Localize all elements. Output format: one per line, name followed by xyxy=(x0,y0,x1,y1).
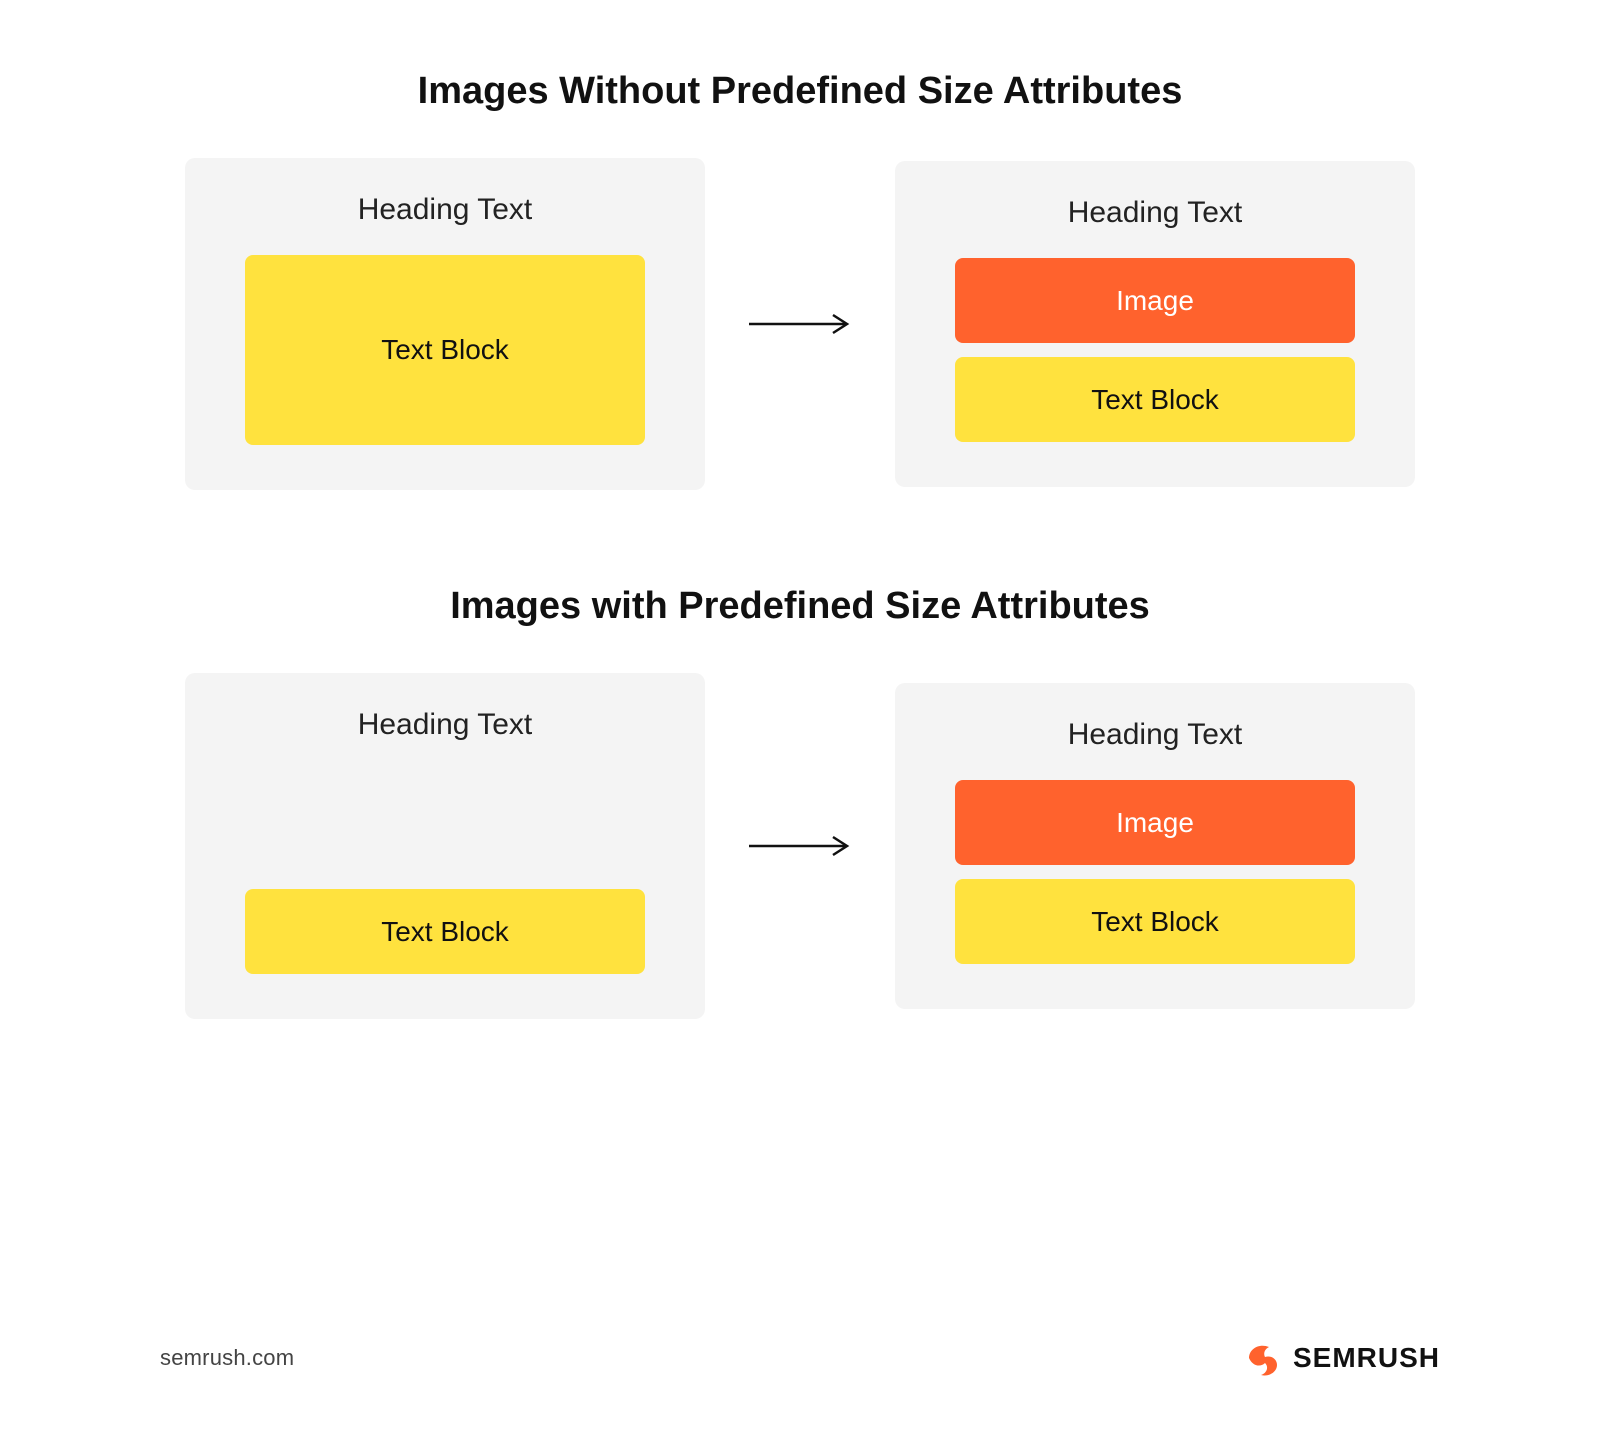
blocks-container: Text Block xyxy=(245,770,645,974)
text-block: Text Block xyxy=(955,879,1355,964)
section-without-predefined: Images Without Predefined Size Attribute… xyxy=(150,70,1450,490)
image-block: Image xyxy=(955,258,1355,343)
arrow-icon xyxy=(745,834,855,858)
section-with-predefined: Images with Predefined Size Attributes H… xyxy=(150,585,1450,1019)
card-heading-label: Heading Text xyxy=(358,708,533,742)
image-block: Image xyxy=(955,780,1355,865)
fire-icon xyxy=(1241,1337,1283,1379)
card-after: Heading Text Image Text Block xyxy=(895,683,1415,1009)
footer: semrush.com SEMRUSH xyxy=(150,1317,1450,1409)
card-heading-label: Heading Text xyxy=(1068,196,1243,230)
section-title: Images Without Predefined Size Attribute… xyxy=(418,70,1183,113)
diagram-row: Heading Text Text Block Heading Text Ima… xyxy=(150,158,1450,490)
blocks-container: Image Text Block xyxy=(955,780,1355,964)
card-before: Heading Text Text Block xyxy=(185,158,705,490)
image-placeholder-space xyxy=(245,770,645,875)
diagram-row: Heading Text Text Block Heading Text Ima… xyxy=(150,673,1450,1019)
text-block: Text Block xyxy=(245,255,645,445)
card-heading-label: Heading Text xyxy=(1068,718,1243,752)
brand-logo: SEMRUSH xyxy=(1241,1337,1440,1379)
footer-site-label: semrush.com xyxy=(160,1345,294,1371)
brand-name: SEMRUSH xyxy=(1293,1342,1440,1374)
card-heading-label: Heading Text xyxy=(358,193,533,227)
blocks-container: Text Block xyxy=(245,255,645,445)
section-title: Images with Predefined Size Attributes xyxy=(450,585,1150,628)
card-before: Heading Text Text Block xyxy=(185,673,705,1019)
blocks-container: Image Text Block xyxy=(955,258,1355,442)
text-block: Text Block xyxy=(955,357,1355,442)
text-block: Text Block xyxy=(245,889,645,974)
card-after: Heading Text Image Text Block xyxy=(895,161,1415,487)
arrow-icon xyxy=(745,312,855,336)
